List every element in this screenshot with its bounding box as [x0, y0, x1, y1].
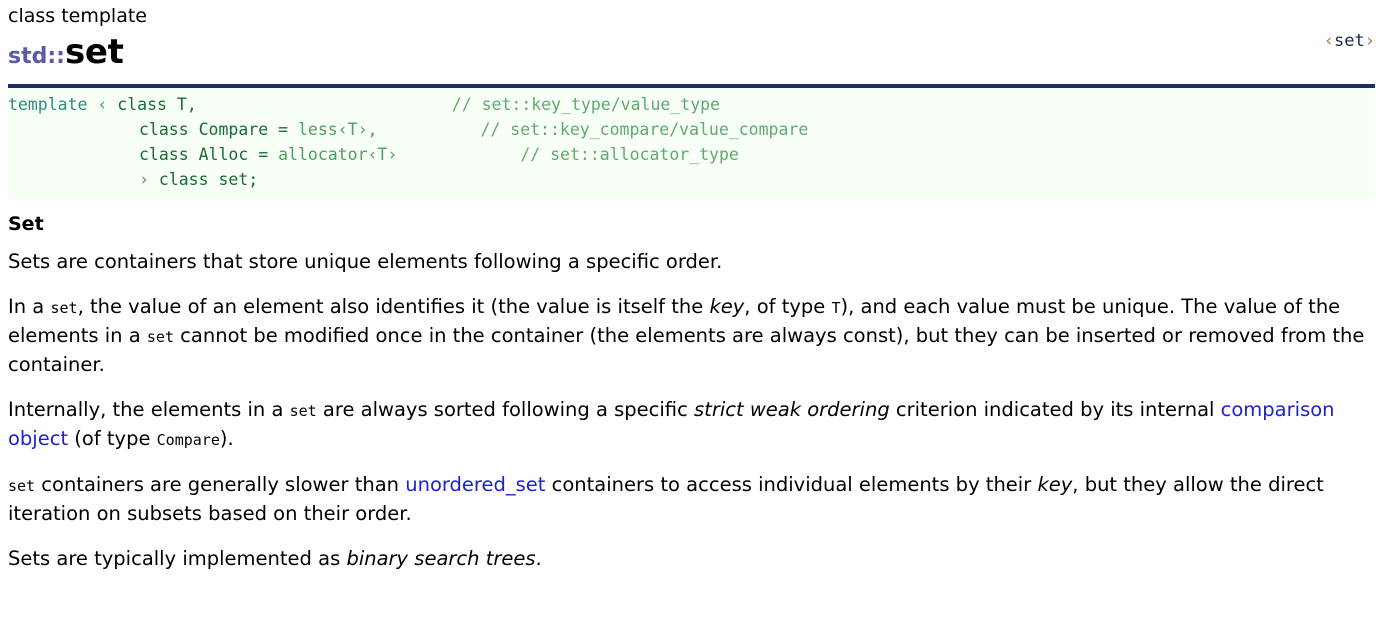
- code-line-4: › class set;: [8, 167, 1375, 192]
- p3-emphasis-strict-weak-ordering: strict weak ordering: [694, 398, 890, 421]
- paragraph-1: Sets are containers that store unique el…: [8, 248, 1375, 276]
- code-comment-1: // set::key_type/value_type: [451, 95, 720, 114]
- p2-inline-code-set-1: set: [50, 299, 78, 317]
- include-header-name: set: [1334, 31, 1365, 51]
- p4-text-b: containers to access individual elements…: [545, 473, 1038, 496]
- page-title: std::set: [8, 32, 1375, 77]
- p3-text-d: (of type: [68, 427, 157, 450]
- p2-text-e: cannot be modified once in the container…: [8, 324, 1365, 376]
- include-header: ‹set›: [1324, 31, 1375, 51]
- code-keyword-class-4: class: [158, 170, 209, 189]
- p5-text-a: Sets are typically implemented as: [8, 547, 347, 570]
- code-angle-close: ›: [139, 170, 149, 189]
- angle-close-icon: ›: [1364, 31, 1375, 51]
- code-comment-3: // set::allocator_type: [520, 145, 739, 164]
- code-param-t: T,: [176, 95, 197, 114]
- p3-inline-code-compare: Compare: [156, 431, 220, 449]
- p3-text-a: Internally, the elements in a: [8, 398, 290, 421]
- link-unordered-set[interactable]: unordered_set: [405, 473, 545, 496]
- title-name: set: [64, 32, 124, 72]
- p4-inline-code-set: set: [8, 477, 36, 495]
- p4-text-a: containers are generally slower than: [35, 473, 406, 496]
- p3-text-e: ).: [219, 427, 234, 450]
- paragraph-2: In a set, the value of an element also i…: [8, 293, 1375, 379]
- p2-text-c: , of type: [744, 295, 832, 318]
- p3-text-c: criterion indicated by its internal: [889, 398, 1221, 421]
- p5-emphasis-binary-search-trees: binary search trees: [346, 547, 536, 570]
- paragraph-5: Sets are typically implemented as binary…: [8, 545, 1375, 573]
- code-default-less: less‹T›,: [297, 120, 378, 139]
- paragraph-3: Internally, the elements in a set are al…: [8, 396, 1375, 454]
- page-kicker: class template: [8, 5, 147, 27]
- code-angle-open: ‹: [97, 95, 108, 114]
- p4-emphasis-key: key: [1037, 473, 1073, 496]
- code-equals-2: =: [258, 145, 269, 164]
- p2-inline-code-set-2: set: [146, 328, 174, 346]
- template-signature-code: template ‹ class T, // set::key_type/valu…: [8, 88, 1375, 200]
- code-keyword-class-2: class: [139, 120, 189, 139]
- code-keyword-class-3: class: [139, 145, 189, 164]
- code-comment-2: // set::key_compare/value_compare: [480, 120, 809, 139]
- code-keyword-class-1: class: [117, 95, 167, 114]
- code-default-allocator: allocator‹T›: [278, 145, 398, 164]
- code-class-set: set;: [218, 170, 259, 189]
- title-namespace: std::: [8, 44, 65, 69]
- p2-text-b: , the value of an element also identifie…: [77, 295, 710, 318]
- angle-open-icon: ‹: [1323, 31, 1335, 51]
- code-line-2: class Compare = less‹T›, // set::key_comp…: [8, 117, 1375, 142]
- code-line-1: template ‹ class T, // set::key_type/valu…: [8, 92, 1375, 117]
- p2-text-a: In a: [8, 295, 51, 318]
- code-line-3: class Alloc = allocator‹T› // set::alloca…: [8, 142, 1375, 167]
- section-heading-set: Set: [8, 213, 44, 235]
- p3-text-b: are always sorted following a specific: [316, 398, 695, 421]
- paragraph-4: set containers are generally slower than…: [8, 471, 1375, 528]
- code-param-compare: Compare: [198, 120, 269, 139]
- code-param-alloc: Alloc: [198, 145, 249, 164]
- code-keyword-template: template: [8, 95, 88, 114]
- reference-page: class template std::set ‹set› template ‹…: [0, 0, 1383, 618]
- p3-inline-code-set: set: [289, 402, 317, 420]
- page-header: class template std::set ‹set›: [8, 0, 1375, 77]
- code-equals-1: =: [278, 120, 289, 139]
- p2-emphasis-key: key: [709, 295, 745, 318]
- p5-text-b: .: [535, 547, 542, 570]
- paragraph-1-text: Sets are containers that store unique el…: [8, 250, 723, 273]
